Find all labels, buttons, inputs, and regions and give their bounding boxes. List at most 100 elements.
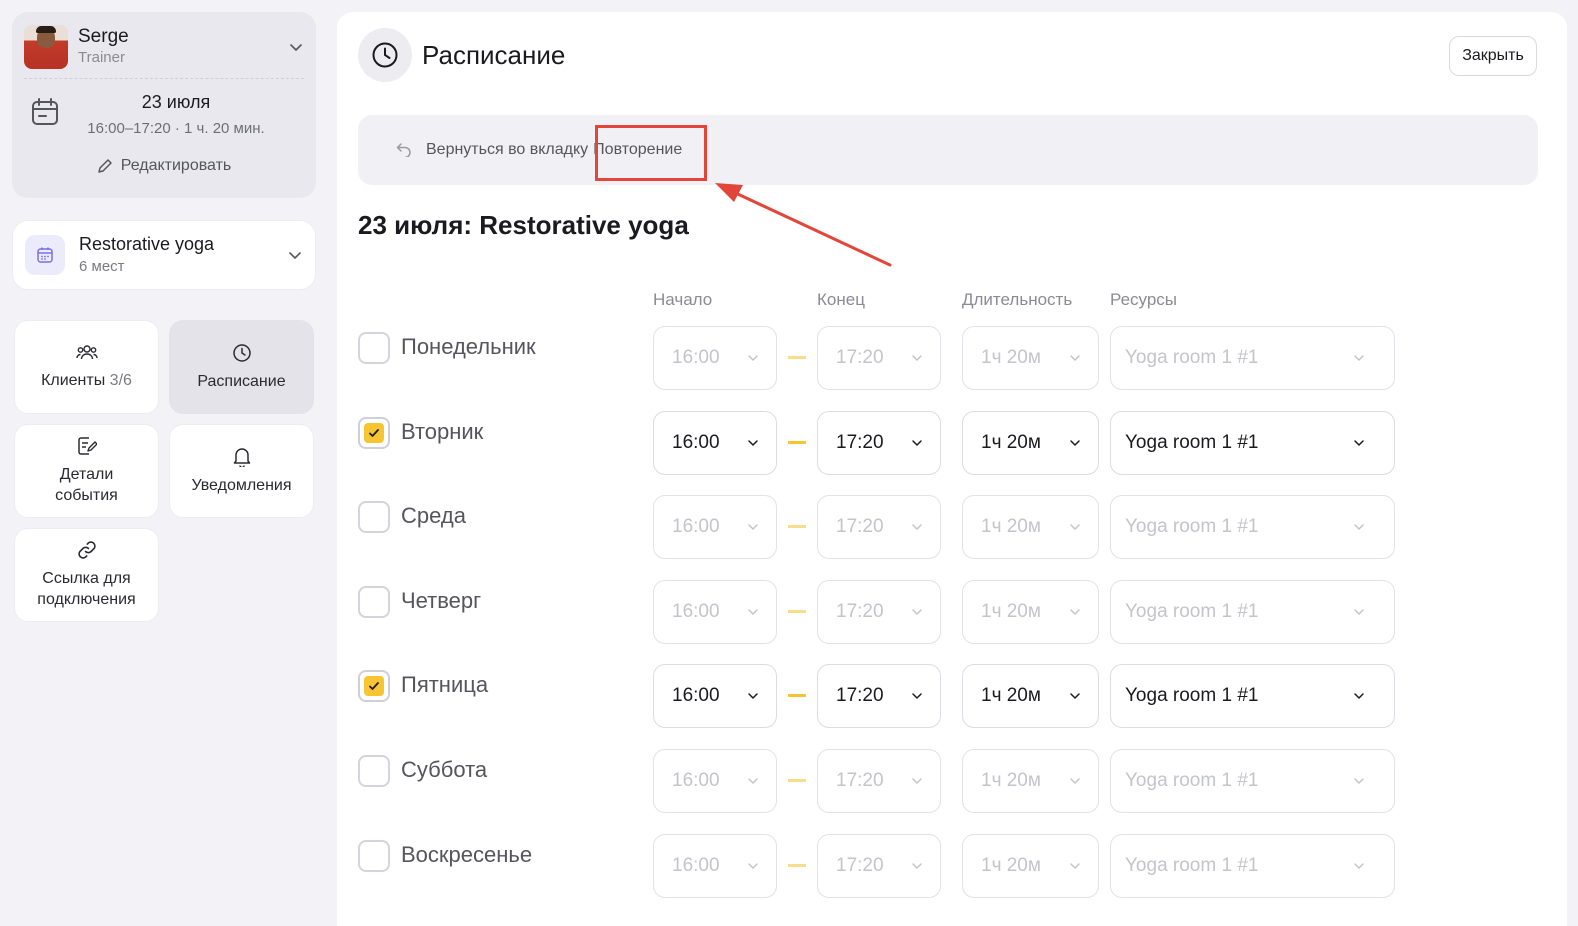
weekday-row-4: Четверг 16:00 17:20 1ч 20м Yoga room 1 #… — [358, 574, 1458, 644]
edit-label: Редактировать — [120, 157, 232, 174]
start-time-select[interactable]: 16:00 — [653, 579, 777, 644]
start-time-value: 16:00 — [672, 854, 720, 876]
time-range-dash — [788, 609, 806, 613]
checkbox-mark — [364, 422, 384, 443]
clock-icon — [372, 42, 398, 68]
resource-select[interactable]: Yoga room 1 #1 — [1110, 326, 1395, 390]
clients-count: 3/6 — [109, 371, 132, 389]
trainer-role: Trainer — [78, 49, 125, 66]
chevron-down-icon — [912, 778, 922, 784]
resource-select[interactable]: Yoga room 1 #1 — [1110, 410, 1395, 475]
weekday-checkbox[interactable] — [358, 585, 390, 618]
start-time-select[interactable]: 16:00 — [653, 495, 777, 560]
chevron-down-icon[interactable] — [288, 39, 304, 55]
sidebar: Serge Trainer 23 июля 16:00–17:20 · 1 ч.… — [12, 12, 316, 622]
event-date: 23 июля — [141, 92, 211, 112]
divider — [24, 78, 304, 79]
tile-link-line2: подключения — [37, 591, 136, 608]
start-time-select[interactable]: 16:00 — [653, 664, 777, 729]
end-time-select[interactable]: 17:20 — [817, 495, 941, 560]
start-time-value: 16:00 — [672, 431, 720, 453]
calendar-icon — [37, 247, 53, 263]
notes-icon — [77, 437, 97, 455]
tile-notifications[interactable]: Уведомления — [169, 424, 314, 518]
duration-value: 1ч 20м — [981, 600, 1041, 622]
resource-select[interactable]: Yoga room 1 #1 — [1110, 664, 1395, 729]
duration-select[interactable]: 1ч 20м — [962, 749, 1099, 813]
start-time-select[interactable]: 16:00 — [653, 749, 777, 813]
weekday-row-3: Среда 16:00 17:20 1ч 20м Yoga room 1 #1 — [358, 489, 1458, 560]
pencil-icon — [97, 159, 112, 173]
edit-button[interactable]: Редактировать — [24, 157, 304, 175]
end-time-value: 17:20 — [836, 685, 884, 707]
chevron-down-icon[interactable] — [287, 247, 303, 263]
resource-select[interactable]: Yoga room 1 #1 — [1110, 749, 1395, 813]
resource-select[interactable]: Yoga room 1 #1 — [1110, 579, 1395, 644]
weekday-label: Понедельник — [401, 334, 536, 359]
weekday-label: Пятница — [401, 672, 489, 698]
end-time-value: 17:20 — [836, 431, 884, 453]
resource-select[interactable]: Yoga room 1 #1 — [1110, 833, 1395, 898]
end-time-select[interactable]: 17:20 — [817, 833, 941, 898]
weekday-checkbox[interactable] — [358, 501, 390, 534]
chevron-down-icon — [1070, 355, 1080, 361]
back-to-tab-bar[interactable]: Вернуться во вкладку Повторение — [358, 115, 1538, 185]
time-range-dash — [788, 525, 806, 529]
duration-select[interactable]: 1ч 20м — [962, 410, 1099, 475]
end-time-value: 17:20 — [836, 770, 884, 791]
resource-value: Yoga room 1 #1 — [1125, 854, 1259, 876]
back-tab-link[interactable]: Повторение — [593, 141, 682, 159]
start-time-select[interactable]: 16:00 — [653, 410, 777, 475]
end-time-select[interactable]: 17:20 — [817, 749, 941, 813]
duration-select[interactable]: 1ч 20м — [962, 495, 1099, 560]
end-time-select[interactable]: 17:20 — [817, 579, 941, 644]
calendar-icon — [32, 98, 58, 125]
column-header-end: Конец — [817, 290, 865, 309]
chevron-down-icon — [748, 693, 758, 700]
back-text: Вернуться во вкладку — [426, 141, 589, 158]
column-header-resources: Ресурсы — [1110, 290, 1178, 309]
start-time-select[interactable]: 16:00 — [653, 833, 777, 898]
duration-select[interactable]: 1ч 20м — [962, 579, 1099, 644]
trainer-name: Serge — [78, 26, 129, 47]
start-time-value: 16:00 — [672, 516, 720, 538]
tile-connection-link[interactable]: Ссылка для подключения — [14, 528, 159, 622]
chevron-down-icon — [748, 439, 758, 446]
weekday-checkbox[interactable] — [358, 332, 390, 364]
start-time-value: 16:00 — [672, 770, 720, 791]
start-time-select[interactable]: 16:00 — [653, 326, 777, 390]
weekday-row-1: Понедельник 16:00 17:20 1ч 20м Yoga room… — [358, 320, 1458, 390]
weekday-checkbox[interactable] — [358, 670, 390, 703]
trainer-selector[interactable]: Serge Trainer — [24, 24, 304, 70]
class-selector[interactable]: Restorative yoga 6 мест — [12, 220, 316, 290]
chevron-down-icon — [1354, 778, 1364, 784]
end-time-select[interactable]: 17:20 — [817, 326, 941, 390]
chevron-down-icon — [1354, 524, 1364, 530]
weekday-checkbox[interactable] — [358, 839, 390, 872]
chevron-down-icon — [1070, 439, 1080, 446]
end-time-select[interactable]: 17:20 — [817, 410, 941, 475]
bell-icon — [233, 447, 250, 467]
weekday-label: Среда — [401, 503, 466, 529]
weekday-row-6: Суббота 16:00 17:20 1ч 20м Yoga room 1 #… — [358, 743, 1458, 813]
tile-clients[interactable]: Клиенты 3/6 — [14, 320, 159, 414]
weekday-checkbox[interactable] — [358, 416, 390, 449]
chevron-down-icon — [1070, 609, 1080, 615]
duration-select[interactable]: 1ч 20м — [962, 326, 1099, 390]
chevron-down-icon — [1070, 862, 1080, 869]
class-seats: 6 мест — [79, 258, 125, 275]
chevron-down-icon — [748, 524, 758, 530]
chevron-down-icon — [912, 355, 922, 361]
duration-select[interactable]: 1ч 20м — [962, 833, 1099, 898]
weekday-row-7: Воскресенье 16:00 17:20 1ч 20м Yoga room… — [358, 828, 1458, 898]
page-title: Расписание — [422, 39, 566, 70]
clock-icon — [232, 343, 251, 362]
tile-event-details[interactable]: Детали события — [14, 424, 159, 518]
time-range-dash — [788, 356, 806, 359]
end-time-select[interactable]: 17:20 — [817, 664, 941, 729]
duration-select[interactable]: 1ч 20м — [962, 664, 1099, 729]
tile-schedule[interactable]: Расписание — [169, 320, 314, 414]
resource-select[interactable]: Yoga room 1 #1 — [1110, 495, 1395, 560]
close-button[interactable]: Закрыть — [1449, 36, 1537, 76]
weekday-checkbox[interactable] — [358, 755, 390, 787]
